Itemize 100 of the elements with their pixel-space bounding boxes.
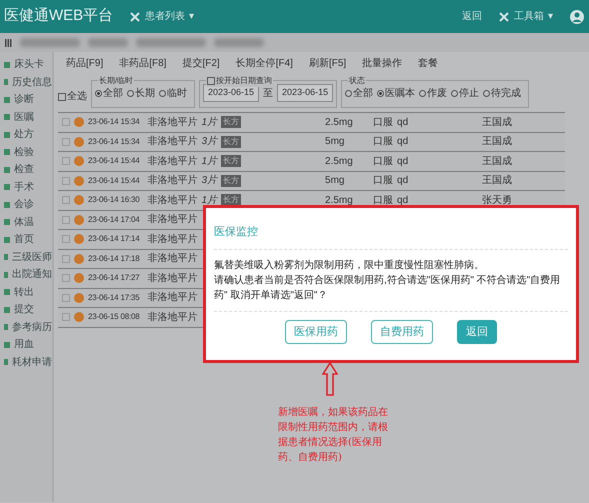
row-checkbox[interactable] xyxy=(62,216,70,224)
toolbox-menu[interactable]: 工具箱 ▾ xyxy=(498,9,553,24)
sidebar-item[interactable]: 出院通知 xyxy=(12,267,52,282)
dialog-button[interactable]: 自费用药 xyxy=(371,320,433,344)
quantity: 3片 xyxy=(201,174,218,188)
blurred-patient-info xyxy=(88,38,128,47)
sidebar-item[interactable]: 三级医师 xyxy=(12,250,52,265)
radio-button[interactable] xyxy=(95,90,102,96)
dialog-button[interactable]: 返回 xyxy=(457,320,497,344)
order-type-badge: 长方 xyxy=(221,116,242,128)
back-link[interactable]: 返回 xyxy=(462,9,482,24)
quantity: 1片 xyxy=(201,194,218,208)
date-field[interactable]: 2023-06-15 xyxy=(277,84,334,102)
toolbar-button[interactable]: 刷新[F5] xyxy=(308,56,346,71)
order-type-badge: 长方 xyxy=(221,155,242,168)
toolbar-button[interactable]: 药品[F9] xyxy=(66,56,104,71)
caret-icon: ▾ xyxy=(548,9,553,24)
checkbox[interactable] xyxy=(207,77,215,85)
group-legend: 状态 xyxy=(348,75,366,87)
status-dot-icon xyxy=(74,136,84,147)
row-checkbox[interactable] xyxy=(62,274,70,282)
toolbar-button[interactable]: 套餐 xyxy=(418,56,438,71)
sidebar-item-icon xyxy=(4,114,10,120)
frequency: qd xyxy=(397,135,408,150)
sidebar-item-icon xyxy=(4,202,10,208)
row-checkbox[interactable] xyxy=(62,138,70,146)
select-all-checkbox[interactable]: 全选 xyxy=(58,89,87,104)
group-legend: 长期/临时 xyxy=(98,75,134,87)
row-checkbox[interactable] xyxy=(62,176,70,185)
order-type-badge: 长方 xyxy=(221,194,242,206)
toolbar-button[interactable]: 长期全停[F4] xyxy=(236,56,293,71)
route: 口服 xyxy=(373,154,394,169)
dose: 5mg xyxy=(325,174,346,188)
sidebar-item[interactable]: 手术 xyxy=(14,180,34,195)
checkbox[interactable] xyxy=(58,92,66,100)
date-separator: 至 xyxy=(263,86,274,100)
drug-name: 非洛地平片 xyxy=(147,134,198,150)
sidebar-item-icon xyxy=(4,272,8,278)
toolbar-button[interactable]: 提交[F2] xyxy=(182,56,220,71)
sidebar-item[interactable]: 用血 xyxy=(14,337,34,352)
dialog-button[interactable]: 医保用药 xyxy=(285,320,347,344)
blurred-patient-info xyxy=(214,38,264,47)
radio-option[interactable]: 临时 xyxy=(159,86,187,100)
dose: 2.5mg xyxy=(325,116,354,130)
doctor-name: 张天勇 xyxy=(482,194,512,208)
sidebar-item[interactable]: 诊断 xyxy=(14,92,34,108)
sidebar-item[interactable]: 会诊 xyxy=(14,197,34,212)
sidebar-item[interactable]: 历史信息 xyxy=(12,74,52,90)
drug-name: 非洛地平片 xyxy=(147,272,198,286)
sidebar-item[interactable]: 参考病历 xyxy=(12,320,52,335)
frequency: qd xyxy=(397,194,408,208)
radio-button[interactable] xyxy=(345,90,352,96)
drug-name: 非洛地平片 xyxy=(147,290,198,306)
annotation-note: 新增医嘱，如果该药品在限制性用药范围内，请根据患者情况选择(医保用药、自费用药) xyxy=(278,406,389,465)
doctor-name: 王国成 xyxy=(482,154,512,169)
radio-option[interactable]: 作废 xyxy=(419,86,448,100)
sidebar-item[interactable]: 检查 xyxy=(14,162,34,178)
drug-name: 非洛地平片 xyxy=(147,310,198,325)
dialog-title: 医保监控 xyxy=(214,225,259,240)
route: 口服 xyxy=(373,135,394,150)
radio-option[interactable]: 全部 xyxy=(345,86,374,100)
radio-option[interactable]: 长期 xyxy=(127,86,155,100)
radio-button[interactable] xyxy=(377,90,384,96)
sidebar-item[interactable]: 床头卡 xyxy=(14,57,44,72)
radio-button[interactable] xyxy=(451,90,458,96)
radio-button[interactable] xyxy=(419,90,426,96)
sidebar-item[interactable]: 首页 xyxy=(14,232,34,248)
sidebar-item[interactable]: 处方 xyxy=(14,127,34,142)
row-checkbox[interactable] xyxy=(62,196,70,204)
row-checkbox[interactable] xyxy=(62,254,70,263)
sidebar-item[interactable]: 体温 xyxy=(14,214,34,230)
sidebar-item[interactable]: 医嘱 xyxy=(14,110,34,125)
sidebar-item[interactable]: 耗材申请 xyxy=(12,354,52,370)
order-type-badge: 长方 xyxy=(221,136,242,148)
sidebar-item[interactable]: 提交 xyxy=(14,302,34,318)
order-type-badge: 长方 xyxy=(221,174,242,187)
drug-name: 非洛地平片 xyxy=(147,252,198,266)
sidebar-item-icon xyxy=(4,306,10,313)
patient-list-menu[interactable]: 患者列表 ▾ xyxy=(129,9,194,24)
caret-icon: ▾ xyxy=(189,9,194,24)
toolbar-button[interactable]: 非药品[F8] xyxy=(119,56,166,71)
row-checkbox[interactable] xyxy=(62,118,70,126)
order-time: 23-06-14 17:14 xyxy=(88,233,140,246)
row-checkbox[interactable] xyxy=(62,235,70,244)
radio-button[interactable] xyxy=(127,90,134,96)
row-checkbox[interactable] xyxy=(62,294,70,302)
route: 口服 xyxy=(373,174,394,188)
radio-button[interactable] xyxy=(159,90,166,96)
radio-option[interactable]: 医嘱本 xyxy=(377,86,416,100)
toolbar-button[interactable]: 批量操作 xyxy=(362,56,402,71)
radio-option[interactable]: 待完成 xyxy=(483,86,522,100)
status-dot-icon xyxy=(74,214,84,225)
sidebar-item[interactable]: 转出 xyxy=(14,284,34,300)
dose: 5mg xyxy=(325,135,346,150)
radio-option[interactable]: 停止 xyxy=(451,86,480,100)
sidebar-item[interactable]: 检验 xyxy=(14,144,34,160)
radio-button[interactable] xyxy=(483,90,490,96)
radio-option[interactable]: 全部 xyxy=(95,86,123,100)
row-checkbox[interactable] xyxy=(62,157,70,166)
row-checkbox[interactable] xyxy=(62,313,70,322)
